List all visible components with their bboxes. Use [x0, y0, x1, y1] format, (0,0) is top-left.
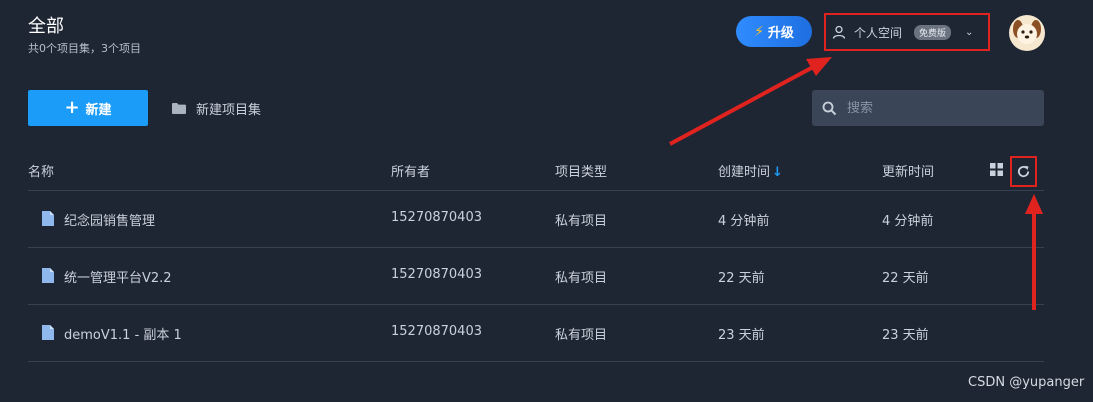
project-type: 私有项目 [555, 214, 608, 229]
document-icon [42, 268, 54, 283]
avatar[interactable] [1009, 15, 1045, 51]
workspace-label: 个人空间 [854, 25, 903, 40]
document-icon [42, 325, 54, 340]
workspace-switcher[interactable]: 个人空间 免费版 ⌄ [824, 13, 990, 51]
search-icon [822, 101, 837, 115]
annotation-arrowhead [1025, 194, 1043, 214]
project-name-link[interactable]: 统一管理平台V2.2 [64, 267, 172, 286]
row-divider [28, 361, 1044, 362]
plan-badge: 免费版 [914, 24, 952, 40]
new-set-label: 新建项目集 [196, 102, 262, 118]
new-project-button[interactable]: + 新建 [28, 90, 148, 126]
project-created: 4 分钟前 [718, 214, 770, 229]
page-subtitle: 共0个项目集，3个项目 [28, 42, 141, 55]
refresh-button[interactable] [1010, 156, 1037, 187]
upgrade-button[interactable]: ⚡ 升级 [736, 16, 812, 47]
column-header-owner[interactable]: 所有者 [391, 161, 430, 180]
column-header-updated[interactable]: 更新时间 [882, 161, 934, 180]
search-box[interactable] [812, 90, 1044, 126]
new-project-set-button[interactable]: 新建项目集 [172, 98, 261, 118]
folder-icon [172, 102, 186, 114]
annotation-arrow-line [669, 64, 816, 146]
project-name-link[interactable]: demoV1.1 - 副本 1 [64, 324, 182, 343]
column-header-type[interactable]: 项目类型 [555, 161, 607, 180]
sort-desc-icon: ↓ [772, 165, 783, 180]
project-created: 23 天前 [718, 328, 765, 343]
plus-icon: + [64, 97, 80, 118]
column-header-name[interactable]: 名称 [28, 161, 54, 180]
project-updated: 23 天前 [882, 328, 929, 343]
grid-view-icon[interactable] [990, 163, 1003, 176]
project-updated: 4 分钟前 [882, 214, 934, 229]
new-label: 新建 [85, 102, 112, 118]
created-header-label: 创建时间 [718, 165, 771, 180]
project-owner: 15270870403 [391, 324, 482, 339]
project-owner: 15270870403 [391, 267, 482, 282]
project-owner: 15270870403 [391, 210, 482, 225]
row-divider [28, 304, 1044, 305]
project-name-link[interactable]: 纪念园销售管理 [64, 210, 155, 229]
page-title: 全部 [28, 16, 64, 37]
user-icon [832, 25, 846, 39]
project-updated: 22 天前 [882, 271, 929, 286]
column-header-created[interactable]: 创建时间 ↓ [718, 161, 783, 180]
bolt-icon: ⚡ [754, 23, 764, 40]
document-icon [42, 211, 54, 226]
project-type: 私有项目 [555, 271, 608, 286]
avatar-dog-icon [1013, 20, 1041, 44]
watermark: CSDN @yupanger [968, 375, 1085, 390]
project-created: 22 天前 [718, 271, 765, 286]
project-type: 私有项目 [555, 328, 608, 343]
chevron-down-icon: ⌄ [965, 26, 974, 38]
refresh-icon [1017, 165, 1030, 178]
row-divider [28, 247, 1044, 248]
upgrade-label: 升级 [767, 26, 794, 41]
header-divider [28, 190, 1044, 191]
annotation-arrowhead [806, 57, 832, 76]
search-input[interactable] [847, 100, 1027, 116]
